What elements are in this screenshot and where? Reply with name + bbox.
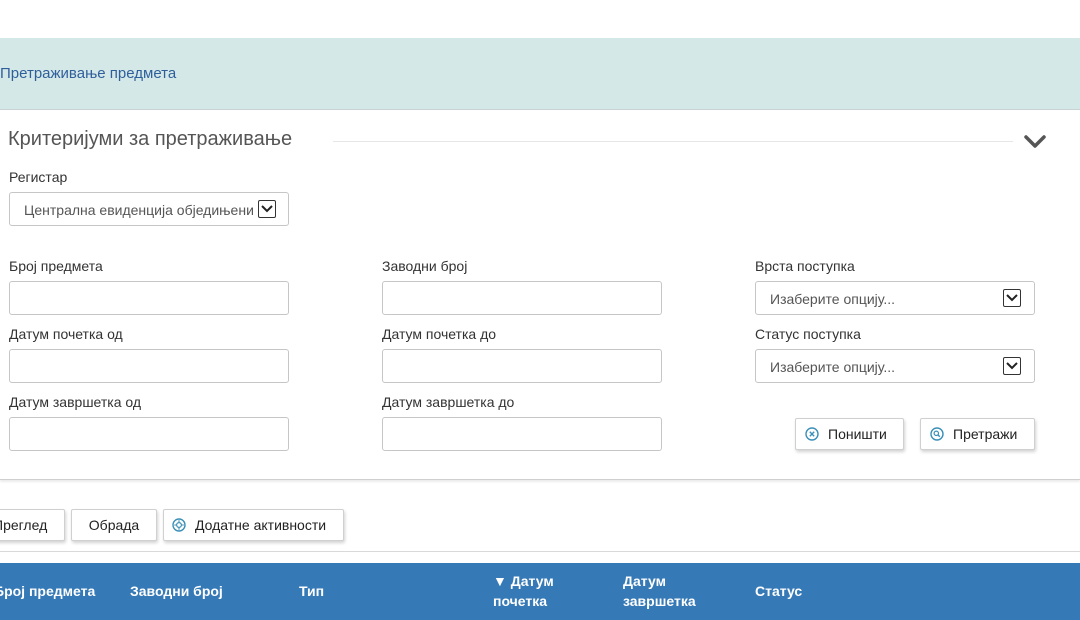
column-header-status[interactable]: Статус	[755, 581, 802, 601]
registry-select[interactable]: Централна евиденција обједињени	[9, 192, 289, 226]
start-date-to-label: Датум почетка до	[382, 326, 497, 342]
column-header-start-date[interactable]: ▼ Датум почетка	[493, 571, 554, 611]
criteria-title: Критеријуми за претраживање	[8, 128, 293, 150]
actions-divider	[0, 551, 1080, 552]
chevron-down-icon	[258, 200, 276, 218]
search-button-label: Претражи	[953, 426, 1018, 442]
chevron-down-icon	[1021, 135, 1049, 158]
filing-number-input[interactable]	[382, 281, 662, 315]
search-circle-icon	[930, 427, 944, 441]
procedure-type-select[interactable]: Изаберите опцију...	[755, 281, 1035, 315]
criteria-title-divider	[333, 141, 1013, 142]
end-date-from-input[interactable]	[9, 417, 289, 451]
registry-select-value: Централна евиденција обједињени	[24, 202, 254, 218]
preview-button[interactable]: Преглед	[0, 509, 65, 541]
reset-button-label: Поништи	[828, 426, 887, 442]
cancel-circle-icon	[805, 427, 819, 441]
collapse-criteria-button[interactable]	[1021, 130, 1049, 154]
start-date-from-input[interactable]	[9, 349, 289, 383]
search-button[interactable]: Претражи	[920, 418, 1035, 450]
chevron-down-icon	[1003, 289, 1021, 307]
settings-circle-icon	[172, 518, 186, 532]
registry-label: Регистар	[9, 169, 68, 185]
preview-button-label: Преглед	[0, 517, 48, 533]
additional-activities-label: Додатне активности	[195, 517, 327, 533]
process-button-label: Обрада	[88, 517, 140, 533]
procedure-status-select-value: Изаберите опцију...	[770, 359, 896, 375]
column-header-end-date[interactable]: Датум завршетка	[623, 571, 696, 611]
procedure-status-label: Статус поступка	[755, 326, 861, 342]
page-title[interactable]: Претраживање предмета	[0, 65, 176, 82]
column-header-type[interactable]: Тип	[299, 581, 324, 601]
procedure-status-select[interactable]: Изаберите опцију...	[755, 349, 1035, 383]
case-number-input[interactable]	[9, 281, 289, 315]
page-header: Претраживање предмета	[0, 38, 1080, 110]
column-header-case-number[interactable]: Број предмета	[0, 581, 95, 601]
end-date-to-input[interactable]	[382, 417, 662, 451]
procedure-type-select-value: Изаберите опцију...	[770, 291, 896, 307]
procedure-type-label: Врста поступка	[755, 258, 855, 274]
start-date-to-input[interactable]	[382, 349, 662, 383]
process-button[interactable]: Обрада	[71, 509, 157, 541]
chevron-down-icon	[1003, 357, 1021, 375]
additional-activities-button[interactable]: Додатне активности	[163, 509, 344, 541]
column-header-filing-number[interactable]: Заводни број	[130, 581, 223, 601]
reset-button[interactable]: Поништи	[795, 418, 904, 450]
end-date-from-label: Датум завршетка од	[9, 394, 142, 410]
end-date-to-label: Датум завршетка до	[382, 394, 515, 410]
results-table-header: Број предмета Заводни број Тип ▼ Датум п…	[0, 563, 1080, 620]
case-number-label: Број предмета	[9, 258, 103, 274]
start-date-from-label: Датум почетка од	[9, 326, 123, 342]
filing-number-label: Заводни број	[382, 258, 468, 274]
